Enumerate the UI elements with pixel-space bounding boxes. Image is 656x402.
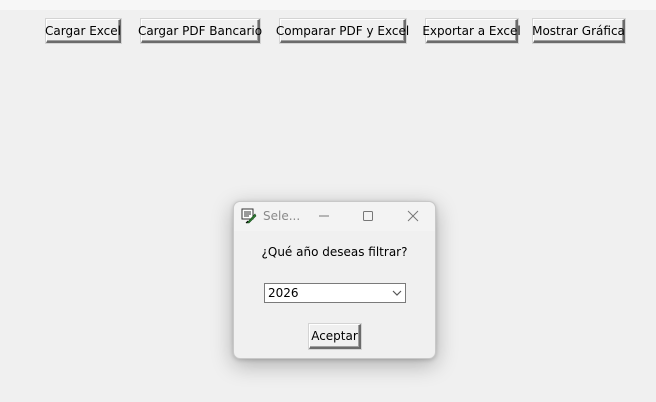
window-top-edge xyxy=(0,0,656,10)
year-select-value: 2026 xyxy=(268,286,299,300)
minimize-icon xyxy=(318,207,330,226)
compare-pdf-excel-button[interactable]: Comparar PDF y Excel xyxy=(276,19,409,43)
year-select-dialog: Sele... ¿Qué año deseas filtrar? 2026 Ac… xyxy=(233,201,436,359)
main-window: Cargar Excel Cargar PDF Bancario Compara… xyxy=(0,0,656,402)
maximize-icon xyxy=(362,207,374,226)
accept-button[interactable]: Aceptar xyxy=(309,324,361,349)
close-button[interactable] xyxy=(390,202,435,231)
load-excel-button[interactable]: Cargar Excel xyxy=(45,19,121,43)
chevron-down-icon[interactable] xyxy=(391,287,403,299)
maximize-button[interactable] xyxy=(345,202,390,231)
dialog-titlebar[interactable]: Sele... xyxy=(234,202,435,231)
load-bank-pdf-button[interactable]: Cargar PDF Bancario xyxy=(138,19,262,43)
dialog-title: Sele... xyxy=(263,209,301,223)
close-icon xyxy=(407,207,419,226)
year-select[interactable]: 2026 xyxy=(264,283,406,303)
export-excel-button[interactable]: Exportar a Excel xyxy=(422,19,521,43)
tk-feather-icon xyxy=(241,208,257,224)
year-prompt-label: ¿Qué año deseas filtrar? xyxy=(261,245,408,259)
minimize-button[interactable] xyxy=(301,202,346,231)
show-chart-button[interactable]: Mostrar Gráfica xyxy=(532,19,625,43)
